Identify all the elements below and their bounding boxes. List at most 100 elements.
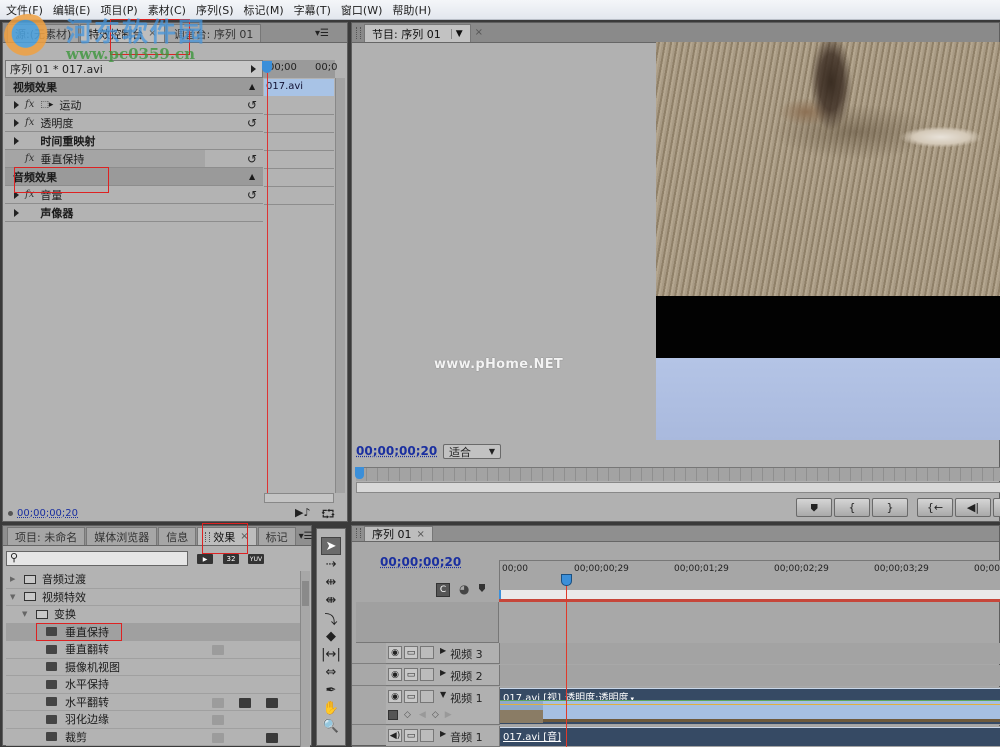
slip-tool-icon[interactable]: |↔| <box>321 645 341 663</box>
play-audio-icon[interactable]: ▶♪ <box>295 506 310 519</box>
ec-playhead[interactable] <box>267 63 268 498</box>
collapse-arrow-icon[interactable]: ▼ <box>10 593 20 601</box>
snap-button[interactable]: C <box>436 583 450 597</box>
dropdown-arrow-icon[interactable]: ▼ <box>450 28 463 39</box>
timeline-clip[interactable]: 017.avi [视] 透明度:透明度 ▾ <box>500 688 1000 724</box>
yuv-filter-icon[interactable]: YUV <box>248 554 264 564</box>
expand-triangle-icon[interactable] <box>14 118 19 127</box>
effect-row[interactable]: fx 透明度 ↺ <box>5 114 263 132</box>
timeline-timecode[interactable]: 00;00;00;20 <box>380 555 461 569</box>
zoom-level-select[interactable]: 适合 ▼ <box>443 444 501 459</box>
effects-search-field[interactable]: ⚲ <box>6 551 188 566</box>
effect-row[interactable]: fx ⬚▸ 运动 ↺ <box>5 96 263 114</box>
expand-arrow-icon[interactable] <box>251 65 256 73</box>
collapse-arrow-icon[interactable]: ▼ <box>22 610 32 618</box>
pen-tool-icon[interactable]: ✒ <box>321 681 341 699</box>
mark-in-button[interactable]: { <box>834 498 870 517</box>
fx-toggle-icon[interactable]: fx <box>25 99 34 110</box>
tab-project-0[interactable]: 项目: 未命名 <box>7 527 86 545</box>
collapse-icon[interactable]: ▲ <box>249 172 255 181</box>
tab-project-4[interactable]: 标记 <box>257 527 296 545</box>
program-scrub-ruler[interactable] <box>356 467 1000 481</box>
track-lock-icon[interactable] <box>420 646 434 659</box>
effect-row[interactable]: fx声像器 <box>5 204 263 222</box>
zoom-tool-icon[interactable]: 🔍 <box>321 717 341 735</box>
panel-grip-icon[interactable] <box>356 27 361 39</box>
track-area[interactable] <box>499 665 1000 686</box>
track-area[interactable] <box>499 643 1000 664</box>
effect-item[interactable]: 垂直翻转 <box>6 641 300 659</box>
razor-tool-icon[interactable]: ◆ <box>321 627 341 645</box>
fx-toggle-icon[interactable]: fx <box>25 117 34 128</box>
expand-triangle-icon[interactable] <box>14 100 19 109</box>
expand-triangle-icon[interactable]: ▶ <box>440 646 446 662</box>
ec-vertical-scrollbar[interactable] <box>335 78 345 493</box>
effect-item[interactable]: 水平保持 <box>6 676 300 694</box>
ec-timecode[interactable]: 00;00;00;20 <box>17 508 78 519</box>
add-marker-button[interactable] <box>796 498 832 517</box>
reset-icon[interactable]: ↺ <box>247 152 257 166</box>
32bit-filter-icon[interactable]: 32 <box>223 554 239 564</box>
close-icon[interactable]: × <box>475 27 483 38</box>
timeline-playhead-handle[interactable] <box>561 574 572 586</box>
collapse-icon[interactable]: ▲ <box>249 82 255 91</box>
sync-lock-icon[interactable]: ▭ <box>404 729 418 742</box>
effect-item[interactable]: 羽化边缘 <box>6 711 300 729</box>
panel-grip-icon[interactable] <box>356 528 361 538</box>
effect-section-header[interactable]: 视频效果 ▲ <box>5 78 263 96</box>
clip-bar[interactable]: 017.avi <box>264 79 334 96</box>
effect-row[interactable]: fx时间重映射 <box>5 132 263 150</box>
timeline-playhead[interactable] <box>566 576 567 747</box>
panel-menu-icon[interactable]: ▾☰ <box>315 28 329 39</box>
play-button[interactable] <box>993 498 1000 517</box>
rate-stretch-tool-icon[interactable]: ⤵ <box>321 609 341 628</box>
effects-folder[interactable]: ▼ 变换 <box>6 606 300 624</box>
ec-playhead-handle[interactable] <box>262 61 272 73</box>
next-keyframe-icon[interactable]: ▶ <box>445 710 452 720</box>
effects-folder[interactable]: ▼ 视频特效 <box>6 589 300 606</box>
work-area-bar[interactable] <box>499 590 1000 599</box>
show-keyframes-icon[interactable]: ◇ <box>404 710 411 720</box>
sync-lock-icon[interactable]: ▭ <box>404 646 418 659</box>
ec-horizontal-scrollbar[interactable] <box>264 493 334 503</box>
tab-sequence-01[interactable]: 序列 01 × <box>364 526 433 541</box>
menu-item[interactable]: 标记(M) <box>242 2 292 18</box>
add-marker-icon[interactable] <box>479 584 485 592</box>
track-lock-icon[interactable] <box>420 729 434 742</box>
step-back-button[interactable]: ◀| <box>955 498 991 517</box>
ripple-edit-tool-icon[interactable]: ⇹ <box>321 573 341 591</box>
reset-icon[interactable]: ↺ <box>247 188 257 202</box>
timeline-ruler[interactable]: 00;00 00;00;00;29 00;00;01;29 00;00;02;29 00… <box>499 560 1000 590</box>
program-timecode[interactable]: 00;00;00;20 <box>356 444 437 458</box>
menu-item[interactable]: 帮助(H) <box>390 2 439 18</box>
expand-triangle-icon[interactable] <box>14 208 19 217</box>
display-style-icon[interactable] <box>388 710 398 720</box>
effect-item[interactable]: 摄像机视图 <box>6 659 300 676</box>
speaker-icon[interactable]: ◀) <box>388 729 402 742</box>
effects-folder[interactable]: ▶ 音频过渡 <box>6 571 300 589</box>
sync-lock-icon[interactable]: ▭ <box>404 668 418 681</box>
panel-menu-icon[interactable]: ▾☰ <box>299 531 313 542</box>
add-keyframe-icon[interactable]: ◇ <box>432 710 439 720</box>
mark-out-button[interactable]: } <box>872 498 908 517</box>
effect-row[interactable]: fx 垂直保持 ↺ <box>5 150 263 168</box>
prev-keyframe-icon[interactable]: ◀ <box>419 710 426 720</box>
track-lock-icon[interactable] <box>420 690 434 703</box>
menu-item[interactable]: 窗口(W) <box>339 2 390 18</box>
effects-scrollbar[interactable] <box>300 571 310 747</box>
reset-icon[interactable]: ↺ <box>247 116 257 130</box>
rolling-edit-tool-icon[interactable]: ⇼ <box>321 591 341 609</box>
effects-scrollbar-thumb[interactable] <box>302 581 309 606</box>
track-lock-icon[interactable] <box>420 668 434 681</box>
tab-project-1[interactable]: 媒体浏览器 <box>86 527 158 545</box>
track-select-tool-icon[interactable]: ⇢ <box>321 555 341 573</box>
expand-triangle-icon[interactable] <box>14 136 19 145</box>
accelerated-filter-icon[interactable]: ▶ <box>197 554 213 564</box>
tab-project-2[interactable]: 信息 <box>158 527 197 545</box>
eye-icon[interactable]: ◉ <box>388 668 402 681</box>
hand-tool-icon[interactable]: ✋ <box>321 699 341 717</box>
eye-icon[interactable]: ◉ <box>388 646 402 659</box>
go-to-in-button[interactable]: {← <box>917 498 953 517</box>
expand-triangle-icon[interactable]: ▶ <box>440 668 446 684</box>
sync-lock-icon[interactable]: ▭ <box>404 690 418 703</box>
